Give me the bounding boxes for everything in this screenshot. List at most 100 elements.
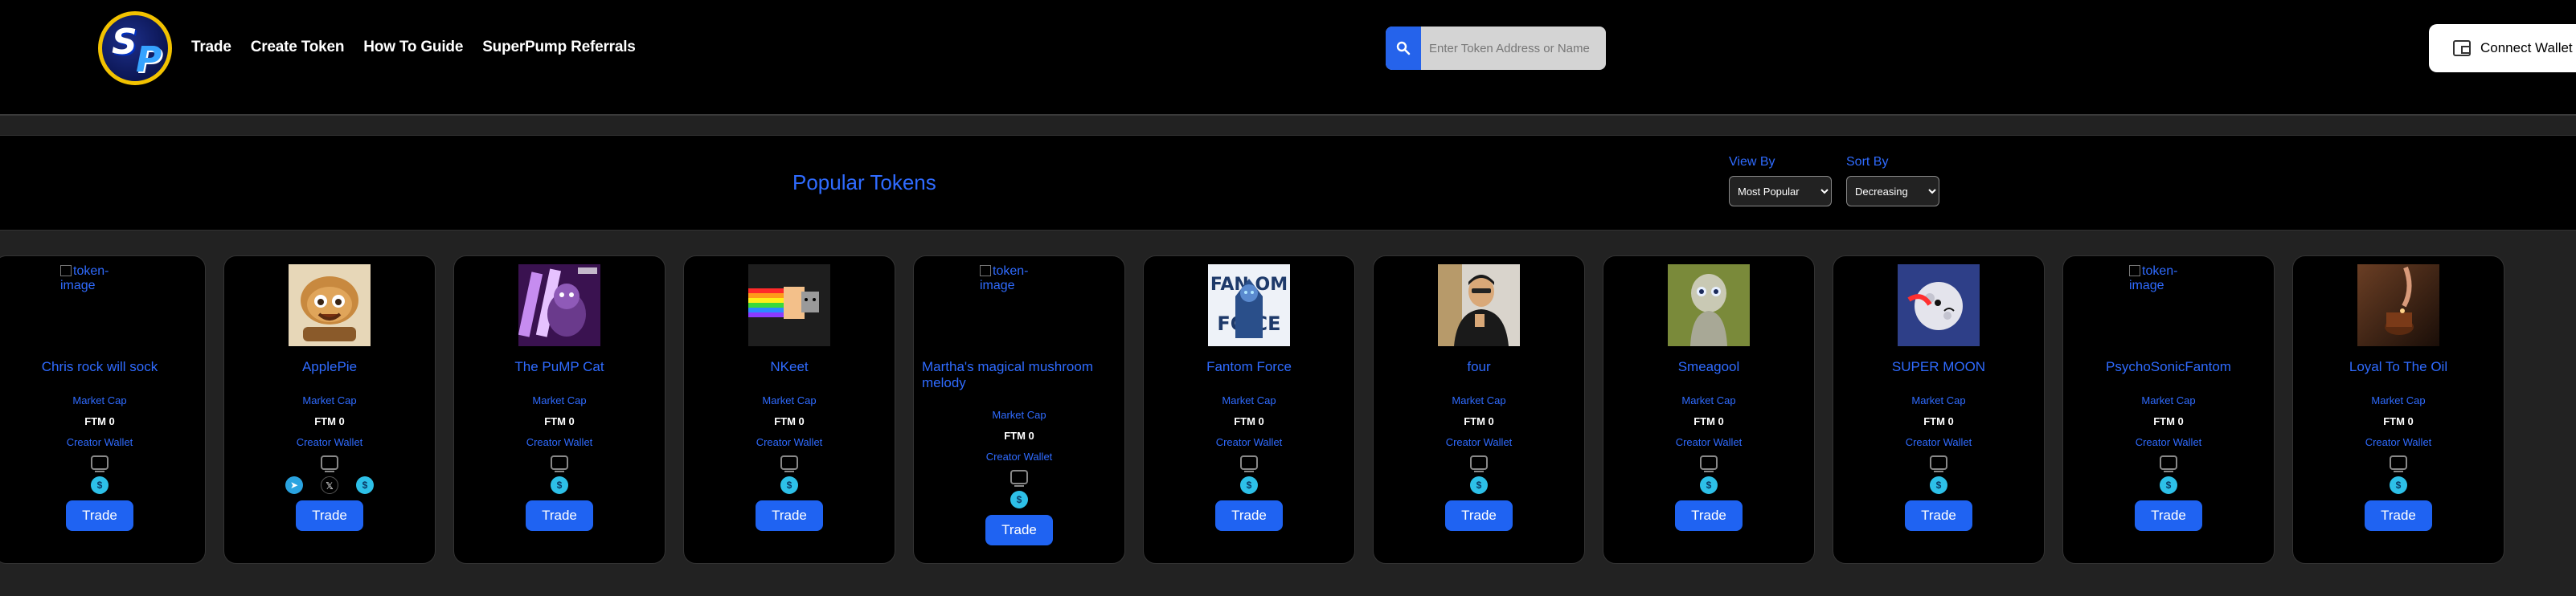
coin-icon[interactable]: $ [1010,491,1028,508]
nav-how-to-guide[interactable]: How To Guide [363,39,463,56]
creator-wallet-label: Creator Wallet [1215,436,1283,448]
search-button[interactable] [1386,27,1421,70]
token-name[interactable]: four [1378,359,1579,375]
token-card[interactable]: four Market Cap FTM 0 Creator Wallet $ T… [1373,255,1585,564]
token-name[interactable]: Smeagool [1608,359,1809,375]
coin-icon[interactable]: $ [551,476,568,494]
trade-button[interactable]: Trade [66,500,133,531]
token-card[interactable]: The PuMP Cat Market Cap FTM 0 Creator Wa… [453,255,666,564]
token-search-bar [1386,27,1606,70]
x-twitter-icon[interactable]: 𝕏 [321,476,338,494]
coin-icon[interactable]: $ [2390,476,2407,494]
trade-button[interactable]: Trade [1675,500,1743,531]
website-icon[interactable] [1470,455,1488,472]
market-cap-value: FTM 0 [1004,430,1034,442]
coin-icon[interactable]: $ [1470,476,1488,494]
main-nav: Trade Create Token How To Guide SuperPum… [191,39,655,56]
token-card[interactable]: token-image PsychoSonicFantom Market Cap… [2062,255,2275,564]
token-card[interactable]: NKeet Market Cap FTM 0 Creator Wallet $ … [683,255,895,564]
token-name[interactable]: Loyal To The Oil [2298,359,2499,375]
token-card[interactable]: FAN OM FO CE Fantom Force Market Cap FTM … [1143,255,1355,564]
token-card[interactable]: token-image Martha's magical mushroom me… [913,255,1125,564]
creator-wallet-label: Creator Wallet [1445,436,1513,448]
coin-icon[interactable]: $ [2160,476,2177,494]
token-image [1438,264,1520,346]
website-icon[interactable] [2390,455,2407,472]
website-icon[interactable] [321,455,338,472]
token-card[interactable]: Loyal To The Oil Market Cap FTM 0 Creato… [2292,255,2504,564]
sort-by-select[interactable]: Decreasing [1846,176,1939,206]
superpump-logo[interactable]: S P [98,11,172,85]
logo-letter-s: S [112,22,137,63]
website-icon[interactable] [1240,455,1258,472]
token-name[interactable]: Martha's magical mushroom melody [919,359,1120,391]
creator-wallet-label: Creator Wallet [985,451,1053,463]
website-icon[interactable] [551,455,568,472]
connect-wallet-button[interactable]: Connect Wallet [2429,24,2576,72]
website-icon[interactable] [2160,455,2177,472]
trade-button[interactable]: Trade [1905,500,1972,531]
creator-wallet-label: Creator Wallet [1905,436,1972,448]
token-name[interactable]: Chris rock will sock [0,359,200,375]
trade-button[interactable]: Trade [1445,500,1513,531]
token-name[interactable]: SUPER MOON [1838,359,2039,375]
coin-icon[interactable]: $ [91,476,109,494]
page-title: Popular Tokens [792,170,936,194]
market-cap-value: FTM 0 [2383,415,2414,427]
logo-letter-p: P [136,39,162,80]
market-cap-label: Market Cap [992,409,1046,421]
token-image [289,264,371,346]
coin-icon[interactable]: $ [356,476,374,494]
trade-button[interactable]: Trade [985,515,1053,545]
market-cap-value: FTM 0 [84,415,115,427]
trade-button[interactable]: Trade [1215,500,1283,531]
website-icon[interactable] [780,455,798,472]
token-card[interactable]: SUPER MOON Market Cap FTM 0 Creator Wall… [1833,255,2045,564]
token-name[interactable]: ApplePie [229,359,430,375]
coin-icon[interactable]: $ [1700,476,1718,494]
nav-create-token[interactable]: Create Token [251,39,345,56]
token-image [518,264,600,346]
market-cap-value: FTM 0 [314,415,345,427]
telegram-icon[interactable]: ➤ [285,476,303,494]
token-name[interactable]: The PuMP Cat [459,359,660,375]
creator-wallet-label: Creator Wallet [2135,436,2202,448]
market-cap-value: FTM 0 [1923,415,1954,427]
wallet-icon [2453,40,2471,56]
token-name[interactable]: PsychoSonicFantom [2068,359,2269,375]
market-cap-value: FTM 0 [544,415,575,427]
token-name[interactable]: Fantom Force [1149,359,1349,375]
website-icon[interactable] [91,455,109,472]
market-cap-label: Market Cap [532,394,587,406]
token-name[interactable]: NKeet [689,359,890,375]
view-by-label: View By [1729,155,1775,169]
market-cap-value: FTM 0 [1693,415,1724,427]
broken-image-icon [2129,265,2140,276]
search-input[interactable] [1421,27,1606,70]
market-cap-value: FTM 0 [2153,415,2184,427]
sort-by-label: Sort By [1846,155,1889,169]
view-by-select[interactable]: Most Popular [1729,176,1832,206]
coin-icon[interactable]: $ [1930,476,1947,494]
token-image-broken: token-image [978,264,1060,346]
token-card[interactable]: ApplePie Market Cap FTM 0 Creator Wallet… [223,255,436,564]
nav-trade[interactable]: Trade [191,39,231,56]
trade-button[interactable]: Trade [296,500,363,531]
token-card[interactable]: token-image Chris rock will sock Market … [0,255,206,564]
website-icon[interactable] [1930,455,1947,472]
nav-superpump-referrals[interactable]: SuperPump Referrals [482,39,636,56]
trade-button[interactable]: Trade [2135,500,2202,531]
coin-icon[interactable]: $ [1240,476,1258,494]
broken-image-icon [60,265,72,276]
creator-wallet-label: Creator Wallet [756,436,823,448]
connect-wallet-label: Connect Wallet [2480,40,2573,55]
trade-button[interactable]: Trade [526,500,593,531]
trade-button[interactable]: Trade [756,500,823,531]
website-icon[interactable] [1010,470,1028,487]
social-links: ➤ 𝕏 $ [224,476,435,494]
trade-button[interactable]: Trade [2365,500,2432,531]
search-icon [1396,41,1411,55]
coin-icon[interactable]: $ [780,476,798,494]
token-card[interactable]: Smeagool Market Cap FTM 0 Creator Wallet… [1603,255,1815,564]
website-icon[interactable] [1700,455,1718,472]
